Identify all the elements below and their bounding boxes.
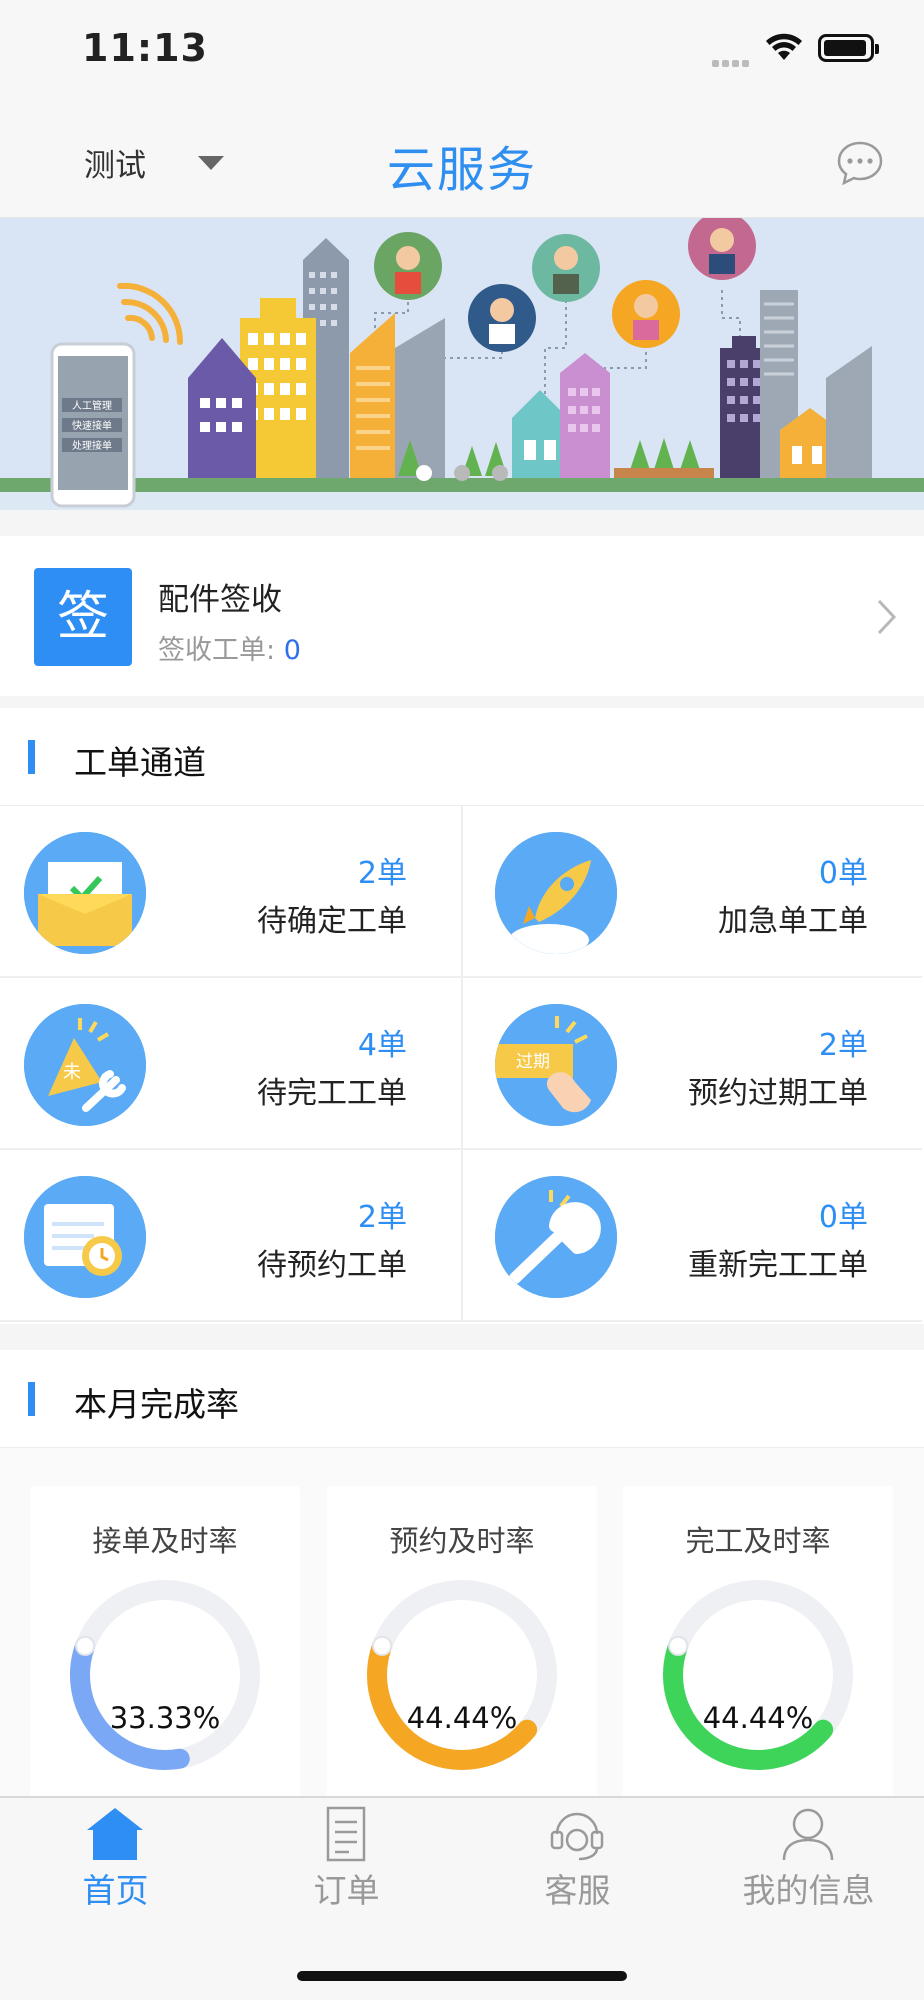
envelope-check-icon: [24, 832, 146, 954]
ring-knob: [668, 1635, 689, 1656]
tab-label: 首页: [82, 1871, 149, 1910]
rate-value: 44.44%: [702, 1701, 814, 1735]
signal-icon: [712, 52, 754, 67]
channel-name: 待预约工单: [257, 1248, 407, 1283]
channel-pending-complete[interactable]: 未 4单 待完工工单: [0, 978, 461, 1150]
phone-line-3: 处理接单: [72, 439, 112, 452]
rate-card-appointment: 预约及时率 44.44%: [327, 1486, 597, 1806]
rate-title: 接单及时率: [92, 1524, 238, 1558]
city-selector[interactable]: 测试: [84, 140, 146, 185]
rate-ring: [663, 1580, 853, 1770]
rate-cards: 接单及时率 33.33% 预约及时率 44.44% 完工及时率 44.44%: [0, 1448, 924, 1806]
page-title-text: 云服务: [386, 142, 537, 198]
channel-name: 预约过期工单: [688, 1076, 868, 1111]
channel-redo-complete[interactable]: 0单 重新完工工单: [461, 1150, 922, 1322]
channel-pending-appointment[interactable]: 2单 待预约工单: [0, 1150, 461, 1322]
wrench-icon: [495, 1176, 617, 1298]
rate-ring: [367, 1580, 557, 1770]
nav-bar: 测试 云服务: [0, 100, 924, 218]
headset-icon: [550, 1812, 604, 1861]
channel-name: 加急单工单: [718, 904, 868, 939]
status-bar: 11:13: [0, 0, 924, 100]
work-channel-title: 工单通道: [74, 743, 206, 782]
tab-label: 我的信息: [742, 1871, 875, 1910]
sign-count: 0: [283, 635, 301, 666]
caret-down-icon[interactable]: [198, 156, 224, 170]
channel-urgent[interactable]: 0单 加急单工单: [461, 806, 922, 978]
channel-name: 重新完工工单: [688, 1248, 868, 1283]
chevron-right-icon: [877, 599, 897, 635]
work-channel-header: 工单通道: [0, 708, 924, 806]
calendar-clock-icon: [24, 1176, 146, 1298]
status-time: 11:13: [82, 26, 208, 70]
home-icon: [87, 1808, 143, 1860]
channel-appointment-expired[interactable]: 过期 2单 预约过期工单: [461, 978, 922, 1150]
channel-name: 待确定工单: [257, 904, 407, 939]
banner-pagination[interactable]: [0, 465, 924, 485]
unfinished-wrench-icon: 未: [24, 1004, 146, 1126]
message-icon[interactable]: [836, 140, 884, 186]
channel-count: 2单: [818, 1028, 868, 1063]
monthly-rate-title: 本月完成率: [74, 1385, 239, 1424]
sign-subtitle: 签收工单: 0: [158, 628, 301, 667]
svg-text:过期: 过期: [516, 1052, 550, 1072]
phone-line-1: 人工管理: [72, 399, 112, 412]
tab-my-info[interactable]: 我的信息: [693, 1798, 924, 1918]
rocket-icon: [495, 832, 617, 954]
banner-dot-2[interactable]: [454, 465, 470, 481]
channel-count: 0单: [818, 856, 868, 891]
channel-count: 2单: [357, 856, 407, 891]
tab-home[interactable]: 首页: [0, 1798, 231, 1918]
bottom-tab-bar: 首页 订单 客服 我的信息: [0, 1796, 924, 2000]
banner-dot-3[interactable]: [492, 465, 508, 481]
work-channel-grid: 2单 待确定工单 0单 加急单工单 未 4单 待完工工单 过期 2单 预约过期工…: [0, 806, 924, 1324]
tab-label: 订单: [313, 1871, 380, 1910]
banner-dot-1[interactable]: [416, 465, 432, 481]
home-indicator: [297, 1971, 627, 1981]
order-document-icon: [326, 1806, 366, 1862]
tab-orders[interactable]: 订单: [231, 1798, 462, 1918]
phone-line-2: 快速接单: [72, 419, 112, 432]
ring-knob: [75, 1635, 96, 1656]
tab-label: 客服: [544, 1871, 611, 1910]
section-accent-bar: [28, 740, 35, 774]
channel-count: 4单: [357, 1028, 407, 1063]
monthly-rate-header: 本月完成率: [0, 1350, 924, 1448]
channel-count: 2单: [357, 1200, 407, 1235]
rate-ring: [70, 1580, 260, 1770]
tab-service[interactable]: 客服: [462, 1798, 693, 1918]
channel-count: 0单: [818, 1200, 868, 1235]
app-screen: 11:13 测试 云服务 人工管理 快速接单 处理接单 签 配件签收 签收工单:…: [0, 0, 924, 2000]
user-icon: [782, 1808, 834, 1861]
ring-knob: [372, 1635, 393, 1656]
channel-name: 待完工工单: [257, 1076, 407, 1111]
svg-text:未: 未: [63, 1062, 81, 1083]
sign-subtitle-label: 签收工单:: [158, 635, 276, 666]
channel-pending-confirm[interactable]: 2单 待确定工单: [0, 806, 461, 978]
rate-title: 预约及时率: [389, 1524, 535, 1558]
rate-value: 44.44%: [406, 1701, 518, 1735]
battery-icon: [818, 34, 879, 62]
expired-tag-icon: 过期: [495, 1004, 617, 1126]
section-accent-bar: [28, 1382, 35, 1416]
wifi-icon: [766, 33, 802, 60]
rate-value: 33.33%: [109, 1701, 221, 1735]
rate-title: 完工及时率: [685, 1524, 831, 1558]
rate-card-complete: 完工及时率 44.44%: [623, 1486, 893, 1806]
sign-title: 配件签收: [158, 582, 282, 618]
sign-badge: 签: [34, 568, 132, 666]
parts-sign-card[interactable]: 签 配件签收 签收工单: 0: [0, 536, 924, 696]
rate-card-accept: 接单及时率 33.33%: [30, 1486, 300, 1806]
